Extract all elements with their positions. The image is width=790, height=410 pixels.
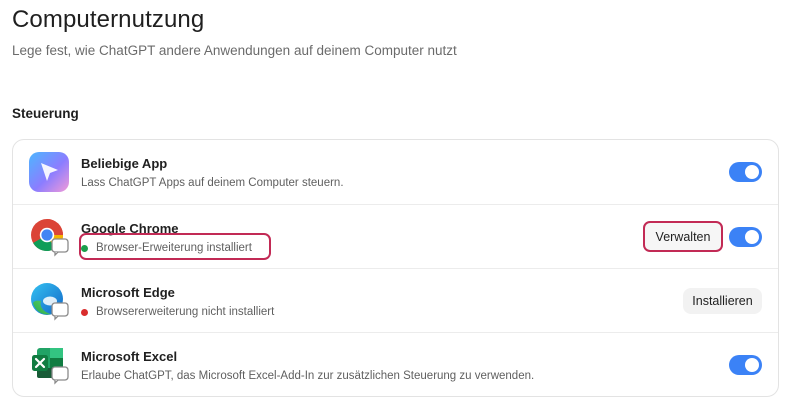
app-name: Beliebige App	[81, 156, 168, 171]
app-description: Erlaube ChatGPT, das Microsoft Excel-Add…	[81, 370, 535, 382]
toggle-knob	[745, 358, 759, 372]
app-name: Microsoft Edge	[81, 285, 175, 300]
edge-icon	[29, 281, 69, 321]
page-subtitle: Lege fest, wie ChatGPT andere Anwendunge…	[12, 43, 457, 58]
toggle-knob	[745, 230, 759, 244]
chatgpt-cursor-icon	[29, 152, 69, 192]
status-text: Browsererweiterung nicht installiert	[96, 306, 275, 318]
excel-icon	[29, 345, 69, 385]
status-text: Browser-Erweiterung installiert	[96, 242, 252, 254]
list-item-microsoft-edge: Microsoft Edge Browsererweiterung nicht …	[13, 268, 778, 332]
extension-status: Browser-Erweiterung installiert	[81, 242, 252, 254]
list-item-any-app: Beliebige App Lass ChatGPT Apps auf dein…	[13, 140, 778, 204]
manage-button[interactable]: Verwalten	[643, 221, 723, 252]
google-chrome-toggle[interactable]	[729, 227, 762, 247]
section-title-steuerung: Steuerung	[12, 106, 79, 121]
list-item-google-chrome: Google Chrome Browser-Erweiterung instal…	[13, 204, 778, 268]
list-item-microsoft-excel: Microsoft Excel Erlaube ChatGPT, das Mic…	[13, 332, 778, 396]
app-description: Lass ChatGPT Apps auf deinem Computer st…	[81, 177, 344, 189]
computer-use-settings-page: Computernutzung Lege fest, wie ChatGPT a…	[0, 0, 790, 410]
chrome-icon	[29, 217, 69, 257]
page-title: Computernutzung	[12, 6, 205, 33]
status-dot-red	[81, 308, 88, 316]
any-app-toggle[interactable]	[729, 162, 762, 182]
microsoft-excel-toggle[interactable]	[729, 355, 762, 375]
app-name: Microsoft Excel	[81, 349, 178, 364]
status-dot-green	[81, 244, 88, 252]
install-button[interactable]: Installieren	[683, 288, 762, 314]
app-control-list: Beliebige App Lass ChatGPT Apps auf dein…	[12, 139, 779, 397]
extension-status: Browsererweiterung nicht installiert	[81, 306, 274, 318]
toggle-knob	[745, 165, 759, 179]
